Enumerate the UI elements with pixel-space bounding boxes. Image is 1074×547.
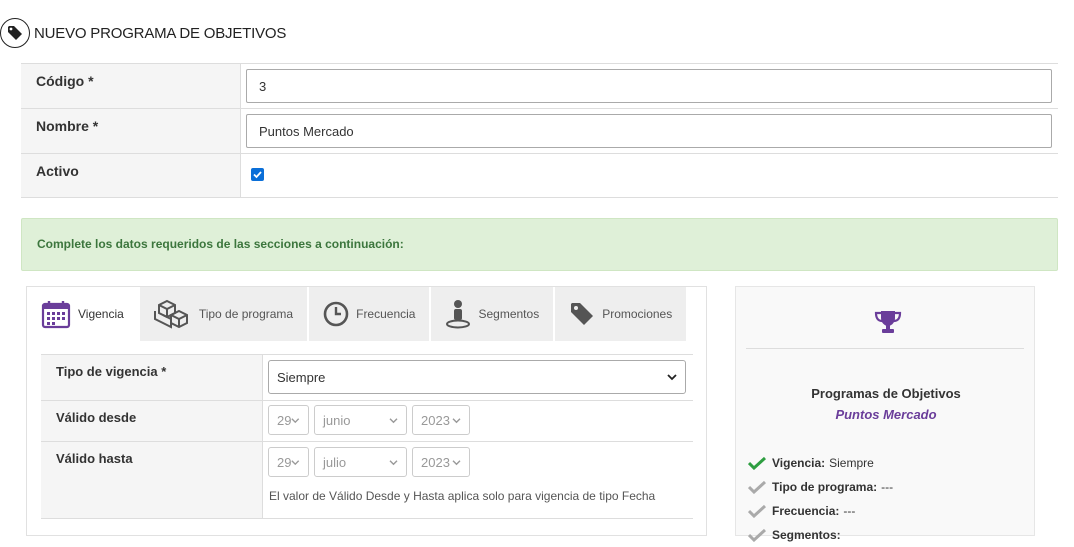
check-icon (748, 480, 768, 494)
summary-item-vigencia: Vigencia: Siempre (748, 451, 893, 475)
codigo-row: Código * (21, 64, 1058, 109)
activo-field-cell (241, 154, 264, 196)
hasta-month-select[interactable]: julio (314, 447, 407, 477)
tab-segmentos[interactable]: Segmentos (431, 287, 556, 341)
hasta-year-value: 2023 (421, 454, 450, 470)
summary-item-value: --- (881, 480, 894, 494)
activo-checkbox[interactable] (251, 168, 264, 181)
program-form: Código * Nombre * Activo (21, 63, 1058, 198)
checkmark-icon (253, 171, 262, 179)
chevron-down-icon (389, 417, 398, 423)
summary-item-value: --- (843, 504, 856, 518)
codigo-field-cell (241, 64, 1058, 108)
summary-divider (746, 348, 1024, 349)
tipo-vigencia-value: Siempre (277, 369, 326, 385)
info-alert: Complete los datos requeridos de las sec… (21, 218, 1058, 271)
chevron-down-icon (452, 459, 461, 465)
boxes-icon (153, 299, 192, 329)
valido-hasta-label: Válido hasta (41, 442, 263, 518)
nombre-input[interactable] (246, 114, 1052, 148)
tipo-vigencia-row: Tipo de vigencia * Siempre (41, 355, 693, 401)
desde-day-value: 29 (277, 412, 292, 428)
page-header: NUEVO PROGRAMA DE OBJETIVOS (0, 17, 286, 49)
tipo-vigencia-label: Tipo de vigencia * (41, 355, 263, 400)
summary-item-label: Frecuencia: (772, 504, 840, 518)
tab-tipo-programa-label: Tipo de programa (198, 307, 294, 321)
trophy-icon (874, 309, 902, 340)
summary-item-value: Siempre (829, 456, 874, 470)
tab-frecuencia[interactable]: Frecuencia (309, 287, 432, 341)
nombre-label: Nombre * (21, 109, 241, 153)
hasta-day-select[interactable]: 29 (268, 447, 309, 477)
chevron-down-icon (667, 374, 677, 381)
nombre-row: Nombre * (21, 109, 1058, 154)
vigencia-form: Tipo de vigencia * Siempre Válido desde … (41, 354, 693, 519)
desde-year-value: 2023 (421, 412, 450, 428)
tab-promociones-label: Promociones (602, 307, 673, 321)
summary-checklist: Vigencia: Siempre Tipo de programa: --- Fr… (748, 451, 893, 547)
tipo-vigencia-select[interactable]: Siempre (268, 360, 686, 394)
nombre-field-cell (241, 109, 1058, 153)
hasta-month-value: julio (323, 454, 347, 470)
hasta-day-value: 29 (277, 454, 292, 470)
tab-vigencia-label: Vigencia (78, 307, 124, 321)
summary-panel: Programas de Objetivos Puntos Mercado Vi… (735, 286, 1035, 542)
summary-subtitle: Puntos Mercado (835, 407, 937, 422)
section-tabs: Vigencia Tipo de programa Frecuencia Seg… (27, 287, 689, 341)
valido-desde-row: Válido desde 29 junio 2023 (41, 401, 693, 442)
summary-item-label: Vigencia: (772, 456, 826, 470)
chevron-down-icon (291, 459, 300, 465)
tab-promociones[interactable]: Promociones (555, 287, 689, 341)
hasta-year-select[interactable]: 2023 (412, 447, 470, 477)
person-pin-icon (445, 299, 471, 329)
summary-title: Programas de Objetivos (811, 386, 961, 401)
clock-icon (323, 301, 349, 327)
check-icon (748, 528, 768, 542)
codigo-input[interactable] (246, 69, 1052, 103)
activo-label: Activo (21, 154, 241, 197)
tab-vigencia[interactable]: Vigencia (27, 287, 140, 341)
summary-item-label: Tipo de programa: (772, 480, 878, 494)
valido-desde-label: Válido desde (41, 401, 263, 441)
valido-hasta-cell: 29 julio 2023 El valor de Válido Desde y… (263, 442, 693, 518)
check-icon (748, 504, 768, 518)
check-icon (748, 456, 768, 470)
desde-day-select[interactable]: 29 (268, 405, 309, 435)
valido-hasta-row: Válido hasta 29 julio 2023 El valor de V… (41, 442, 693, 519)
tab-tipo-programa[interactable]: Tipo de programa (139, 287, 310, 341)
summary-item-segmentos: Segmentos: (748, 523, 893, 547)
tab-frecuencia-label: Frecuencia (356, 307, 416, 321)
chevron-down-icon (452, 417, 461, 423)
sections-panel: Vigencia Tipo de programa Frecuencia Seg… (26, 286, 707, 536)
activo-row: Activo (21, 154, 1058, 198)
tipo-vigencia-cell: Siempre (263, 355, 693, 400)
codigo-label: Código * (21, 64, 241, 108)
chevron-down-icon (291, 417, 300, 423)
desde-month-select[interactable]: junio (314, 405, 407, 435)
vigencia-help-text: El valor de Válido Desde y Hasta aplica … (269, 489, 656, 503)
chevron-down-icon (389, 459, 398, 465)
tag-icon (569, 301, 595, 327)
calendar-icon (41, 299, 71, 329)
desde-year-select[interactable]: 2023 (412, 405, 470, 435)
tab-segmentos-label: Segmentos (478, 307, 540, 321)
page-title: NUEVO PROGRAMA DE OBJETIVOS (34, 24, 287, 42)
tag-icon (0, 18, 30, 48)
summary-item-tipo-programa: Tipo de programa: --- (748, 475, 893, 499)
summary-item-label: Segmentos: (772, 528, 841, 542)
valido-desde-cell: 29 junio 2023 (263, 401, 693, 441)
desde-month-value: junio (323, 412, 351, 428)
summary-item-frecuencia: Frecuencia: --- (748, 499, 893, 523)
